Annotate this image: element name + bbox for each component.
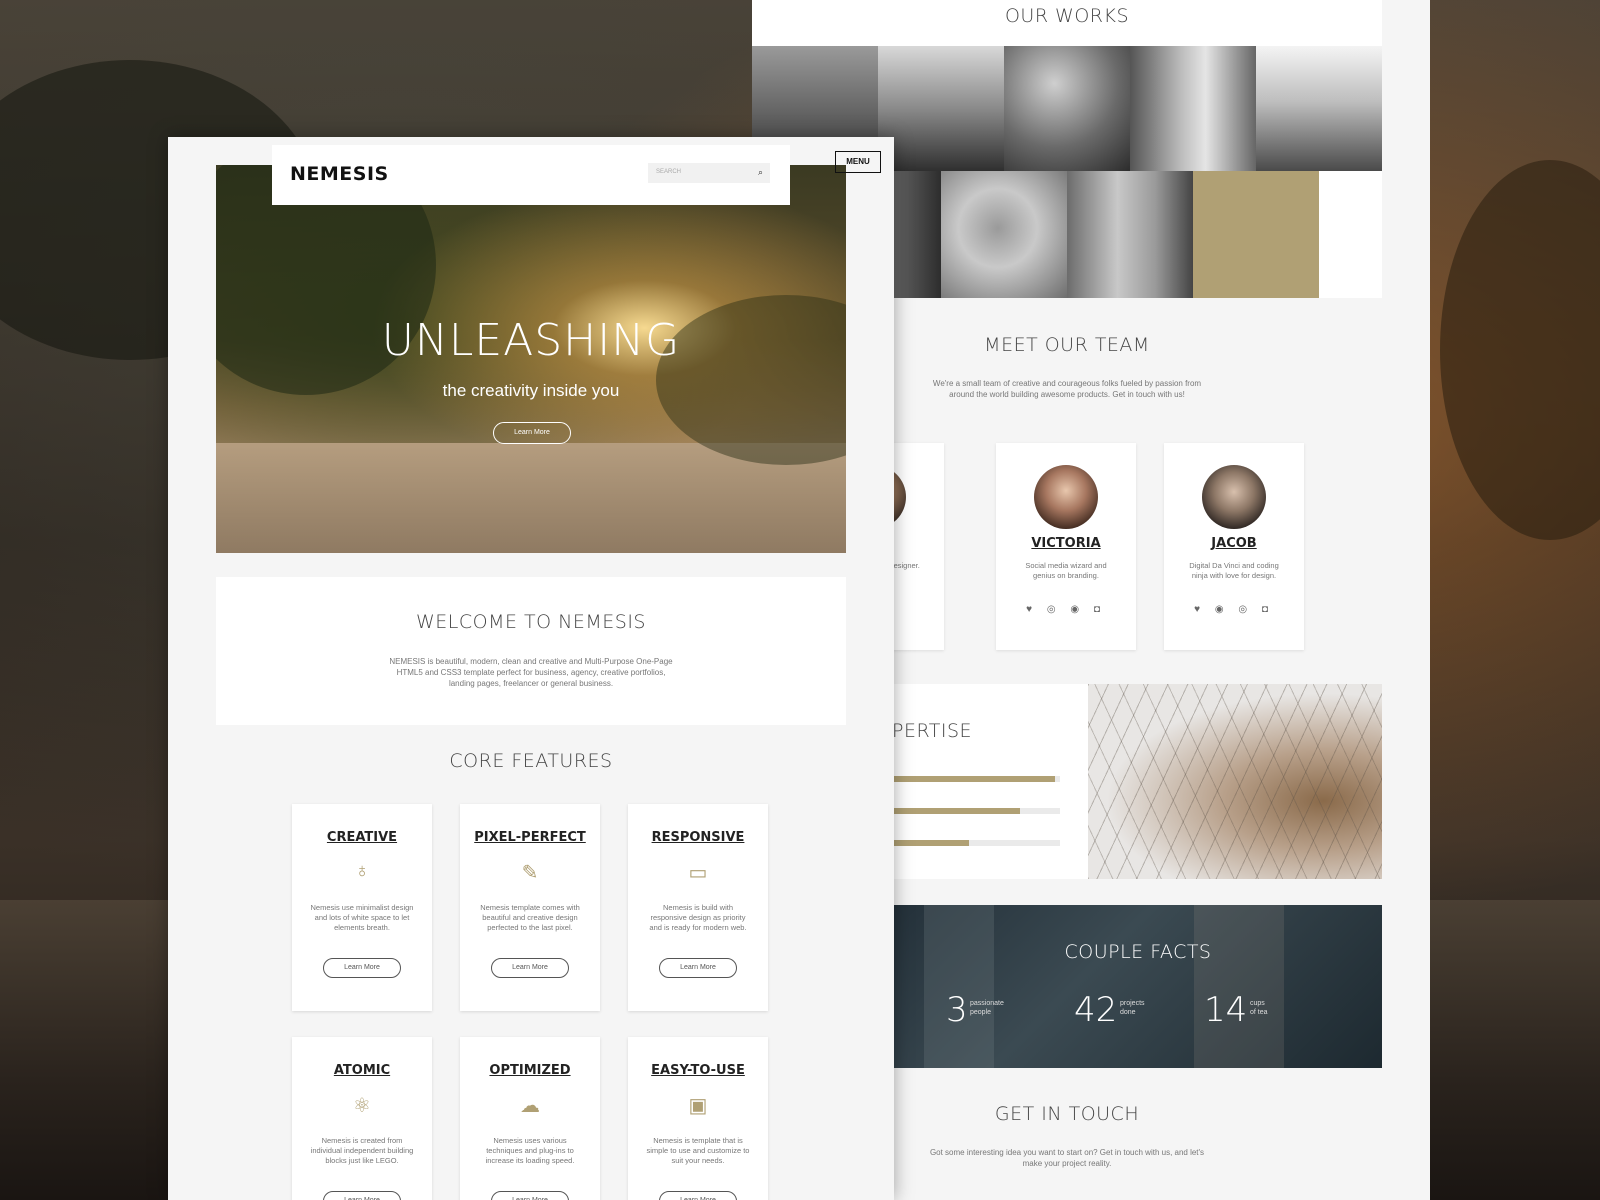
pen-icon: ✎: [521, 862, 539, 884]
page-preview-left: UNLEASHING the creativity inside you Lea…: [168, 137, 894, 1200]
facts-title: COUPLE FACTS: [1064, 941, 1212, 963]
feature-desc: Nemesis is build with responsive design …: [649, 903, 747, 932]
bg-tree-shape: [1440, 160, 1600, 540]
team-intro: We're a small team of creative and coura…: [932, 379, 1202, 399]
team-member-socials[interactable]: ♥ ◉ ◎ ◘: [1164, 604, 1304, 615]
feature-learn-more-button[interactable]: Learn More: [323, 958, 401, 978]
search-icon[interactable]: ⌕: [758, 167, 763, 178]
search-input[interactable]: SEARCH ⌕: [648, 163, 770, 183]
feature-desc: Nemesis is created from individual indep…: [310, 1136, 414, 1165]
feature-title[interactable]: EASY-TO-USE: [628, 1063, 768, 1078]
feature-learn-more-button[interactable]: Learn More: [659, 958, 737, 978]
search-placeholder: SEARCH: [656, 169, 682, 175]
feature-title[interactable]: PIXEL-PERFECT: [460, 830, 600, 845]
feature-title[interactable]: CREATIVE: [292, 830, 432, 845]
fact-label: passionate people: [970, 1000, 1004, 1016]
menu-button[interactable]: MENU: [835, 151, 881, 173]
feature-title[interactable]: RESPONSIVE: [628, 830, 768, 845]
features-title: CORE FEATURES: [449, 750, 613, 772]
cloud-icon: ☁: [520, 1095, 540, 1117]
hero-title: UNLEASHING: [381, 315, 681, 366]
work-photo-3[interactable]: [1004, 46, 1130, 171]
skill-fill: [892, 840, 970, 846]
devices-icon: ▭: [688, 862, 708, 884]
team-card-victoria: VICTORIA Social media wizard and genius …: [996, 443, 1136, 650]
skill-bar-1: [892, 776, 1060, 782]
fact-number: 42: [1074, 990, 1118, 1030]
works-title: OUR WORKS: [1004, 5, 1130, 27]
work-photo-4[interactable]: [1130, 46, 1256, 171]
feature-learn-more-button[interactable]: Learn More: [659, 1191, 737, 1200]
team-member-desc: Social media wizard and genius on brandi…: [1025, 561, 1107, 580]
expertise-bridge-photo: [1088, 684, 1382, 879]
feature-learn-more-button[interactable]: Learn More: [491, 958, 569, 978]
feature-card-atomic: ATOMIC ⚛ Nemesis is created from individ…: [292, 1037, 432, 1200]
brand-logo[interactable]: NEMESIS: [290, 163, 389, 185]
feature-learn-more-button[interactable]: Learn More: [491, 1191, 569, 1200]
feature-desc: Nemesis use minimalist design and lots o…: [310, 903, 414, 932]
team-card-jacob: JACOB Digital Da Vinci and coding ninja …: [1164, 443, 1304, 650]
feature-card-easy-to-use: EASY-TO-USE ▣ Nemesis is template that i…: [628, 1037, 768, 1200]
feature-desc: Nemesis is template that is simple to us…: [646, 1136, 750, 1165]
welcome-section: WELCOME TO NEMESIS NEMESIS is beautiful,…: [216, 577, 846, 725]
feature-title[interactable]: OPTIMIZED: [460, 1063, 600, 1078]
team-member-desc: Digital Da Vinci and coding ninja with l…: [1189, 561, 1279, 580]
work-photo-7[interactable]: [941, 171, 1067, 298]
team-member-name[interactable]: JACOB: [1164, 536, 1304, 551]
skill-fill: [892, 808, 1020, 814]
welcome-title: WELCOME TO NEMESIS: [416, 611, 646, 633]
avatar-jacob: [1202, 465, 1266, 529]
expertise-title: PERTISE: [892, 720, 973, 742]
hero-subtitle: the creativity inside you: [442, 381, 620, 400]
bulb-icon: ♁: [354, 860, 370, 882]
team-member-socials[interactable]: ♥ ◎ ◉ ◘: [996, 604, 1136, 615]
work-photo-empty: [1319, 171, 1382, 298]
feature-card-pixel-perfect: PIXEL-PERFECT ✎ Nemesis template comes w…: [460, 804, 600, 1011]
team-member-name[interactable]: VICTORIA: [996, 536, 1136, 551]
feature-card-optimized: OPTIMIZED ☁ Nemesis uses various techniq…: [460, 1037, 600, 1200]
hero-learn-more-button[interactable]: Learn More: [493, 422, 571, 444]
fact-label: cups of tea: [1250, 1000, 1268, 1016]
skill-bar-2: [892, 808, 1060, 814]
skill-bar-3: [892, 840, 1060, 846]
fact-label: projects done: [1120, 1000, 1145, 1016]
feature-card-creative: CREATIVE ♁ Nemesis use minimalist design…: [292, 804, 432, 1011]
work-photo-5[interactable]: [1256, 46, 1382, 171]
feature-card-responsive: RESPONSIVE ▭ Nemesis is build with respo…: [628, 804, 768, 1011]
welcome-text: NEMESIS is beautiful, modern, clean and …: [389, 657, 673, 688]
feature-title[interactable]: ATOMIC: [292, 1063, 432, 1078]
contact-text: Got some interesting idea you want to st…: [929, 1148, 1205, 1168]
site-header: NEMESIS SEARCH ⌕: [272, 145, 790, 205]
fact-number: 3: [946, 990, 968, 1030]
work-photo-2[interactable]: [878, 46, 1004, 171]
work-photo-9[interactable]: [1193, 171, 1319, 298]
fact-number: 14: [1204, 990, 1248, 1030]
work-photo-8[interactable]: [1067, 171, 1193, 298]
image-icon: ▣: [688, 1095, 708, 1117]
feature-desc: Nemesis template comes with beautiful an…: [480, 903, 580, 932]
hero-section: UNLEASHING the creativity inside you Lea…: [216, 165, 846, 553]
skill-fill: [892, 776, 1055, 782]
facts-section: COUPLE FACTS 3 passionate people 42 proje…: [894, 905, 1382, 1068]
atom-icon: ⚛: [353, 1095, 371, 1117]
feature-learn-more-button[interactable]: Learn More: [323, 1191, 401, 1200]
works-header: OUR WORKS: [752, 0, 1382, 46]
avatar-victoria: [1034, 465, 1098, 529]
feature-desc: Nemesis uses various techniques and plug…: [485, 1136, 575, 1165]
